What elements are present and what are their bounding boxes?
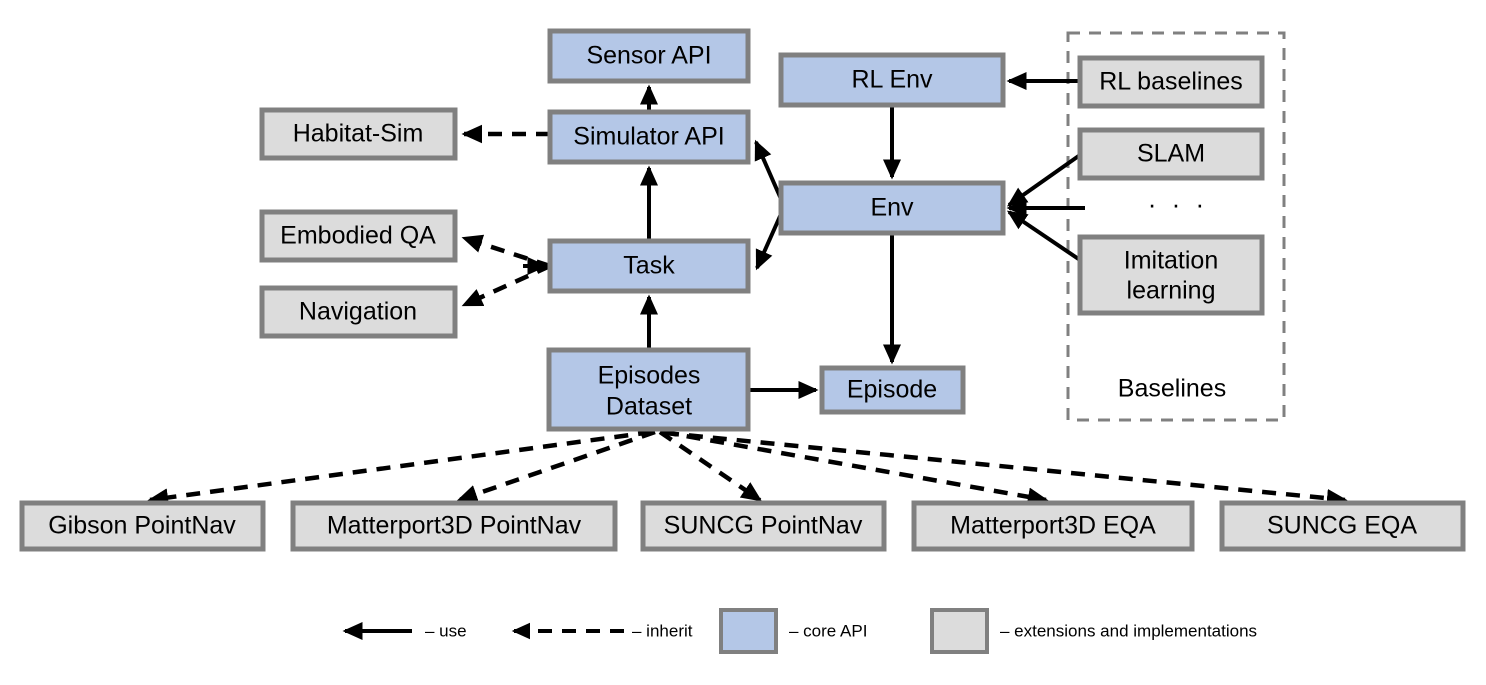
node-env-label: Env <box>870 194 914 222</box>
node-imitation-learning-label-line1: Imitation <box>1124 247 1218 275</box>
node-simulator-api[interactable]: Simulator API <box>547 109 751 165</box>
ellipsis-label: · · · <box>1148 189 1208 219</box>
node-sensor-api[interactable]: Sensor API <box>547 28 751 84</box>
node-embodied-qa[interactable]: Embodied QA <box>259 209 458 263</box>
legend-use-label: – use <box>425 621 467 640</box>
node-episodes-dataset[interactable]: Episodes Dataset <box>546 347 751 432</box>
edge-task-to-embodiedqa <box>461 234 551 269</box>
node-habitat-sim-label: Habitat-Sim <box>293 120 424 148</box>
habitat-architecture-diagram: Baselines Sensor API RL Env RL baselines… <box>0 0 1486 685</box>
node-mp3d-eqa-label: Matterport3D EQA <box>950 512 1156 540</box>
node-task[interactable]: Task <box>547 238 751 294</box>
legend-core-api-label: – core API <box>789 621 867 640</box>
node-episodes-dataset-label-line2: Dataset <box>606 393 692 421</box>
node-mp3d-eqa[interactable]: Matterport3D EQA <box>911 500 1195 552</box>
baselines-group-label: Baselines <box>1118 375 1226 403</box>
node-gibson-pointnav-label: Gibson PointNav <box>48 512 236 540</box>
node-imitation-learning-label-line2: learning <box>1127 277 1216 305</box>
legend-extensions-swatch-icon <box>930 608 989 654</box>
node-env[interactable]: Env <box>778 180 1006 236</box>
node-habitat-sim[interactable]: Habitat-Sim <box>259 107 458 161</box>
node-simulator-api-label: Simulator API <box>573 123 724 151</box>
node-sensor-api-label: Sensor API <box>586 42 711 70</box>
edge-env-to-simulator <box>754 139 783 200</box>
node-slam[interactable]: SLAM <box>1077 127 1265 181</box>
edge-episodes-to-mp3dpn <box>456 429 656 503</box>
node-suncg-eqa-label: SUNCG EQA <box>1267 512 1417 540</box>
legend: – use – inherit – core API – extensions … <box>342 608 1257 654</box>
edge-task-to-navigation <box>461 263 551 308</box>
legend-inherit-label: – inherit <box>632 621 693 640</box>
nodes-layer: Sensor API RL Env RL baselines Habitat-S… <box>19 28 1466 552</box>
legend-item-extensions: – extensions and implementations <box>930 608 1257 654</box>
legend-item-inherit: – inherit <box>511 621 693 640</box>
node-gibson-pointnav[interactable]: Gibson PointNav <box>19 500 266 552</box>
legend-item-use: – use <box>342 621 467 640</box>
node-rl-env-label: RL Env <box>851 66 933 94</box>
node-episodes-dataset-label-line1: Episodes <box>598 362 701 390</box>
node-imitation-learning[interactable]: Imitation learning <box>1077 234 1265 316</box>
node-episode-label: Episode <box>847 376 937 404</box>
node-task-label: Task <box>623 252 675 280</box>
node-rl-baselines[interactable]: RL baselines <box>1077 55 1265 109</box>
node-mp3d-pointnav-label: Matterport3D PointNav <box>327 512 582 540</box>
node-episode[interactable]: Episode <box>819 365 966 415</box>
legend-item-core-api: – core API <box>719 608 867 654</box>
node-suncg-pointnav[interactable]: SUNCG PointNav <box>640 500 887 552</box>
node-mp3d-pointnav[interactable]: Matterport3D PointNav <box>290 500 618 552</box>
edge-episodes-to-suncgeqa <box>664 430 1348 508</box>
node-slam-label: SLAM <box>1137 140 1205 168</box>
node-suncg-eqa[interactable]: SUNCG EQA <box>1219 500 1466 552</box>
node-navigation-label: Navigation <box>299 298 417 326</box>
edge-env-to-task <box>755 213 783 271</box>
node-embodied-qa-label: Embodied QA <box>280 222 436 250</box>
legend-core-api-swatch-icon <box>719 608 778 654</box>
node-suncg-pointnav-label: SUNCG PointNav <box>664 512 863 540</box>
node-rl-baselines-label: RL baselines <box>1099 68 1243 96</box>
node-rl-env[interactable]: RL Env <box>778 52 1006 108</box>
legend-extensions-label: – extensions and implementations <box>1000 621 1257 640</box>
edge-episodes-to-gibson <box>147 429 653 507</box>
node-navigation[interactable]: Navigation <box>259 285 458 339</box>
